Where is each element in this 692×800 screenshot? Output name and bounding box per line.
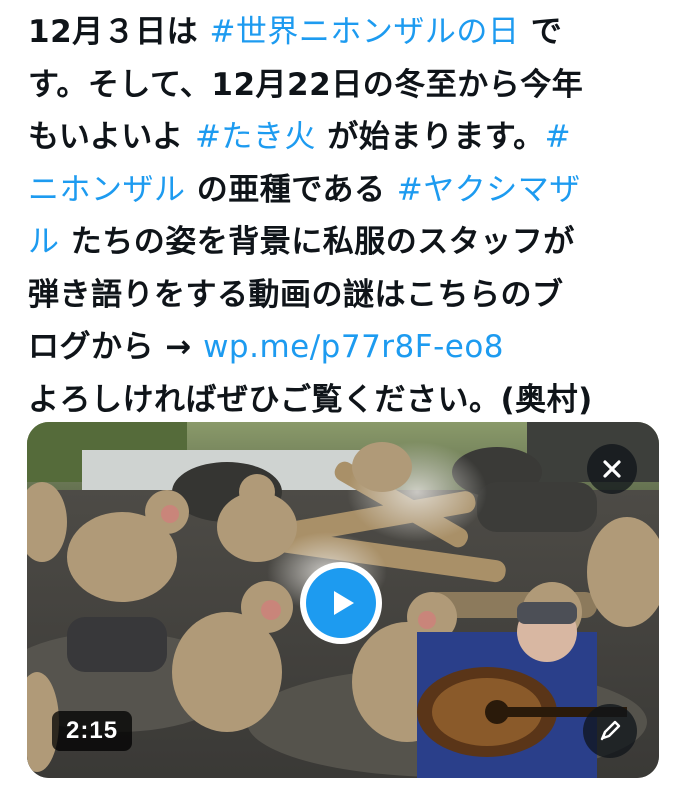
video-thumbnail[interactable]: 2:15 xyxy=(27,422,659,778)
hashtag-link[interactable]: #世界ニホンザルの日 xyxy=(209,14,519,50)
url-link[interactable]: wp.me/p77r8F-eo8 xyxy=(203,329,504,365)
video-duration: 2:15 xyxy=(52,711,133,751)
hashtag-link[interactable]: # xyxy=(545,119,571,155)
tweet-line: もいよいよ #たき火 が始まります。# xyxy=(28,111,668,164)
tweet-line: よろしければぜひご覧ください。(奥村) xyxy=(28,374,668,427)
tweet-text-segment: もいよいよ xyxy=(28,119,195,155)
url-link[interactable]: ル xyxy=(28,224,60,260)
tweet-line: す。そして、12月22日の冬至から今年 xyxy=(28,59,668,112)
tweet-text-segment: ログから → xyxy=(28,329,204,365)
tweet-text-segment: す。そして、12月22日の冬至から今年 xyxy=(28,66,584,103)
tweet-text-segment: 12月３日は xyxy=(28,14,210,50)
tweet-line: ル たちの姿を背景に私服のスタッフが xyxy=(28,216,668,269)
pencil-icon xyxy=(600,720,621,741)
play-button[interactable] xyxy=(300,562,382,644)
tweet-text-segment: の亜種である xyxy=(185,171,397,208)
play-icon xyxy=(334,591,354,615)
close-icon xyxy=(603,460,621,478)
tweet-text-segment: よろしければぜひご覧ください。(奥村) xyxy=(28,381,593,418)
tweet-line: ログから → wp.me/p77r8F-eo8 xyxy=(28,321,668,374)
tweet-text-segment: たちの姿を背景に私服のスタッフが xyxy=(59,224,575,260)
tweet-line: 弾き語りをする動画の謎はこちらのブ xyxy=(28,269,668,322)
tweet-text-segment: で xyxy=(519,14,563,50)
tweet-line: ニホンザル の亜種である #ヤクシマザ xyxy=(28,164,668,217)
tweet-line: 12月３日は #世界ニホンザルの日 で xyxy=(28,6,668,59)
url-link[interactable]: ニホンザル xyxy=(28,172,186,208)
hashtag-link[interactable]: #ヤクシマザ xyxy=(397,172,581,208)
hashtag-link[interactable]: #たき火 xyxy=(195,119,316,155)
play-icon-circle xyxy=(306,568,376,638)
tweet-text-segment: が始まります。 xyxy=(315,119,545,155)
tweet-text-segment: 弾き語りをする動画の謎はこちらのブ xyxy=(28,276,564,313)
tweet-text: 12月３日は #世界ニホンザルの日 です。そして、12月22日の冬至から今年 もい… xyxy=(28,6,668,426)
close-button[interactable] xyxy=(587,444,637,494)
edit-button[interactable] xyxy=(583,704,637,758)
